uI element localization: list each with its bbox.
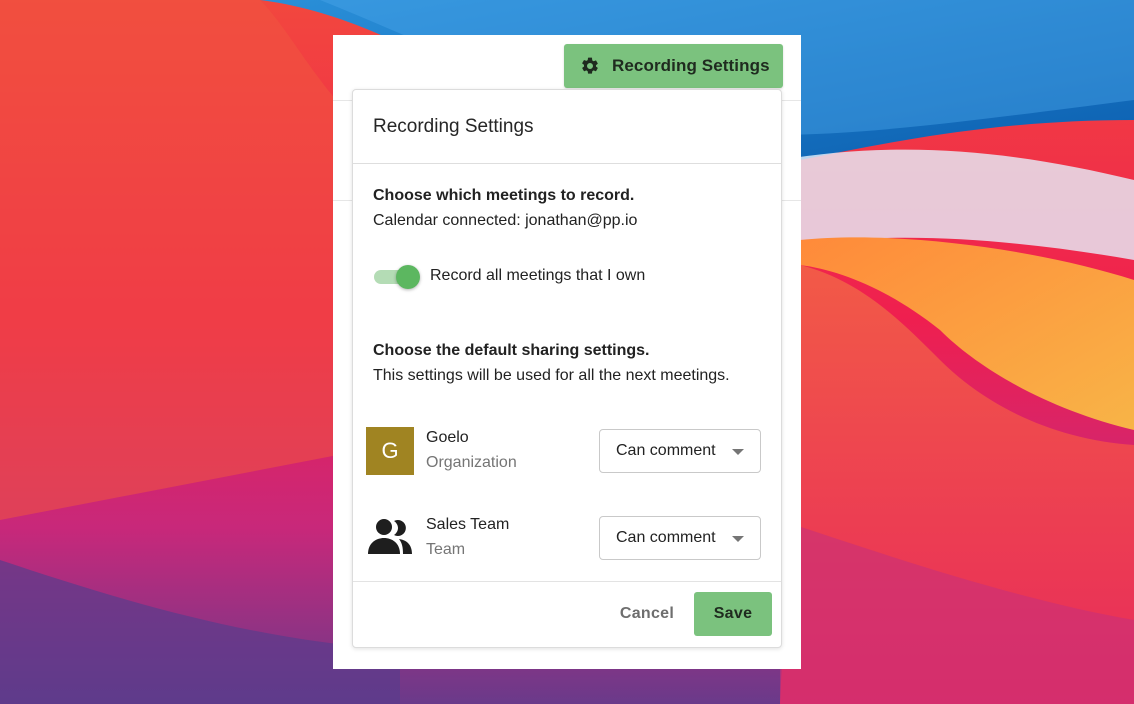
chevron-down-icon [732,536,744,542]
sharing-description: This settings will be used for all the n… [373,367,730,384]
goelo-permission-select[interactable]: Can comment [599,429,761,473]
divider [353,163,781,164]
select-value: Can comment [616,442,716,459]
entity-type-team: Team [426,541,466,558]
chevron-down-icon [732,449,744,455]
toggle-thumb [396,265,420,289]
entity-type-organization: Organization [426,454,517,471]
gear-icon [580,56,600,76]
people-icon [366,518,414,558]
divider [353,581,781,582]
entity-name-sales-team: Sales Team [426,516,510,533]
cancel-button[interactable]: Cancel [609,592,685,636]
calendar-connected-text: Calendar connected: jonathan@pp.io [373,212,638,229]
recording-settings-button-label: Recording Settings [612,56,770,75]
recording-settings-button[interactable]: Recording Settings [564,44,783,88]
save-button[interactable]: Save [694,592,772,636]
sharing-heading: Choose the default sharing settings. [373,342,650,359]
record-all-meetings-toggle[interactable] [374,265,420,289]
record-all-meetings-label: Record all meetings that I own [430,267,646,284]
meetings-heading: Choose which meetings to record. [373,187,635,204]
sales-team-permission-select[interactable]: Can comment [599,516,761,560]
recording-settings-dialog: Recording Settings Choose which meetings… [352,89,782,648]
dialog-title: Recording Settings [373,116,534,137]
organization-avatar: G [366,427,414,475]
entity-name-goelo: Goelo [426,429,469,446]
select-value: Can comment [616,529,716,546]
